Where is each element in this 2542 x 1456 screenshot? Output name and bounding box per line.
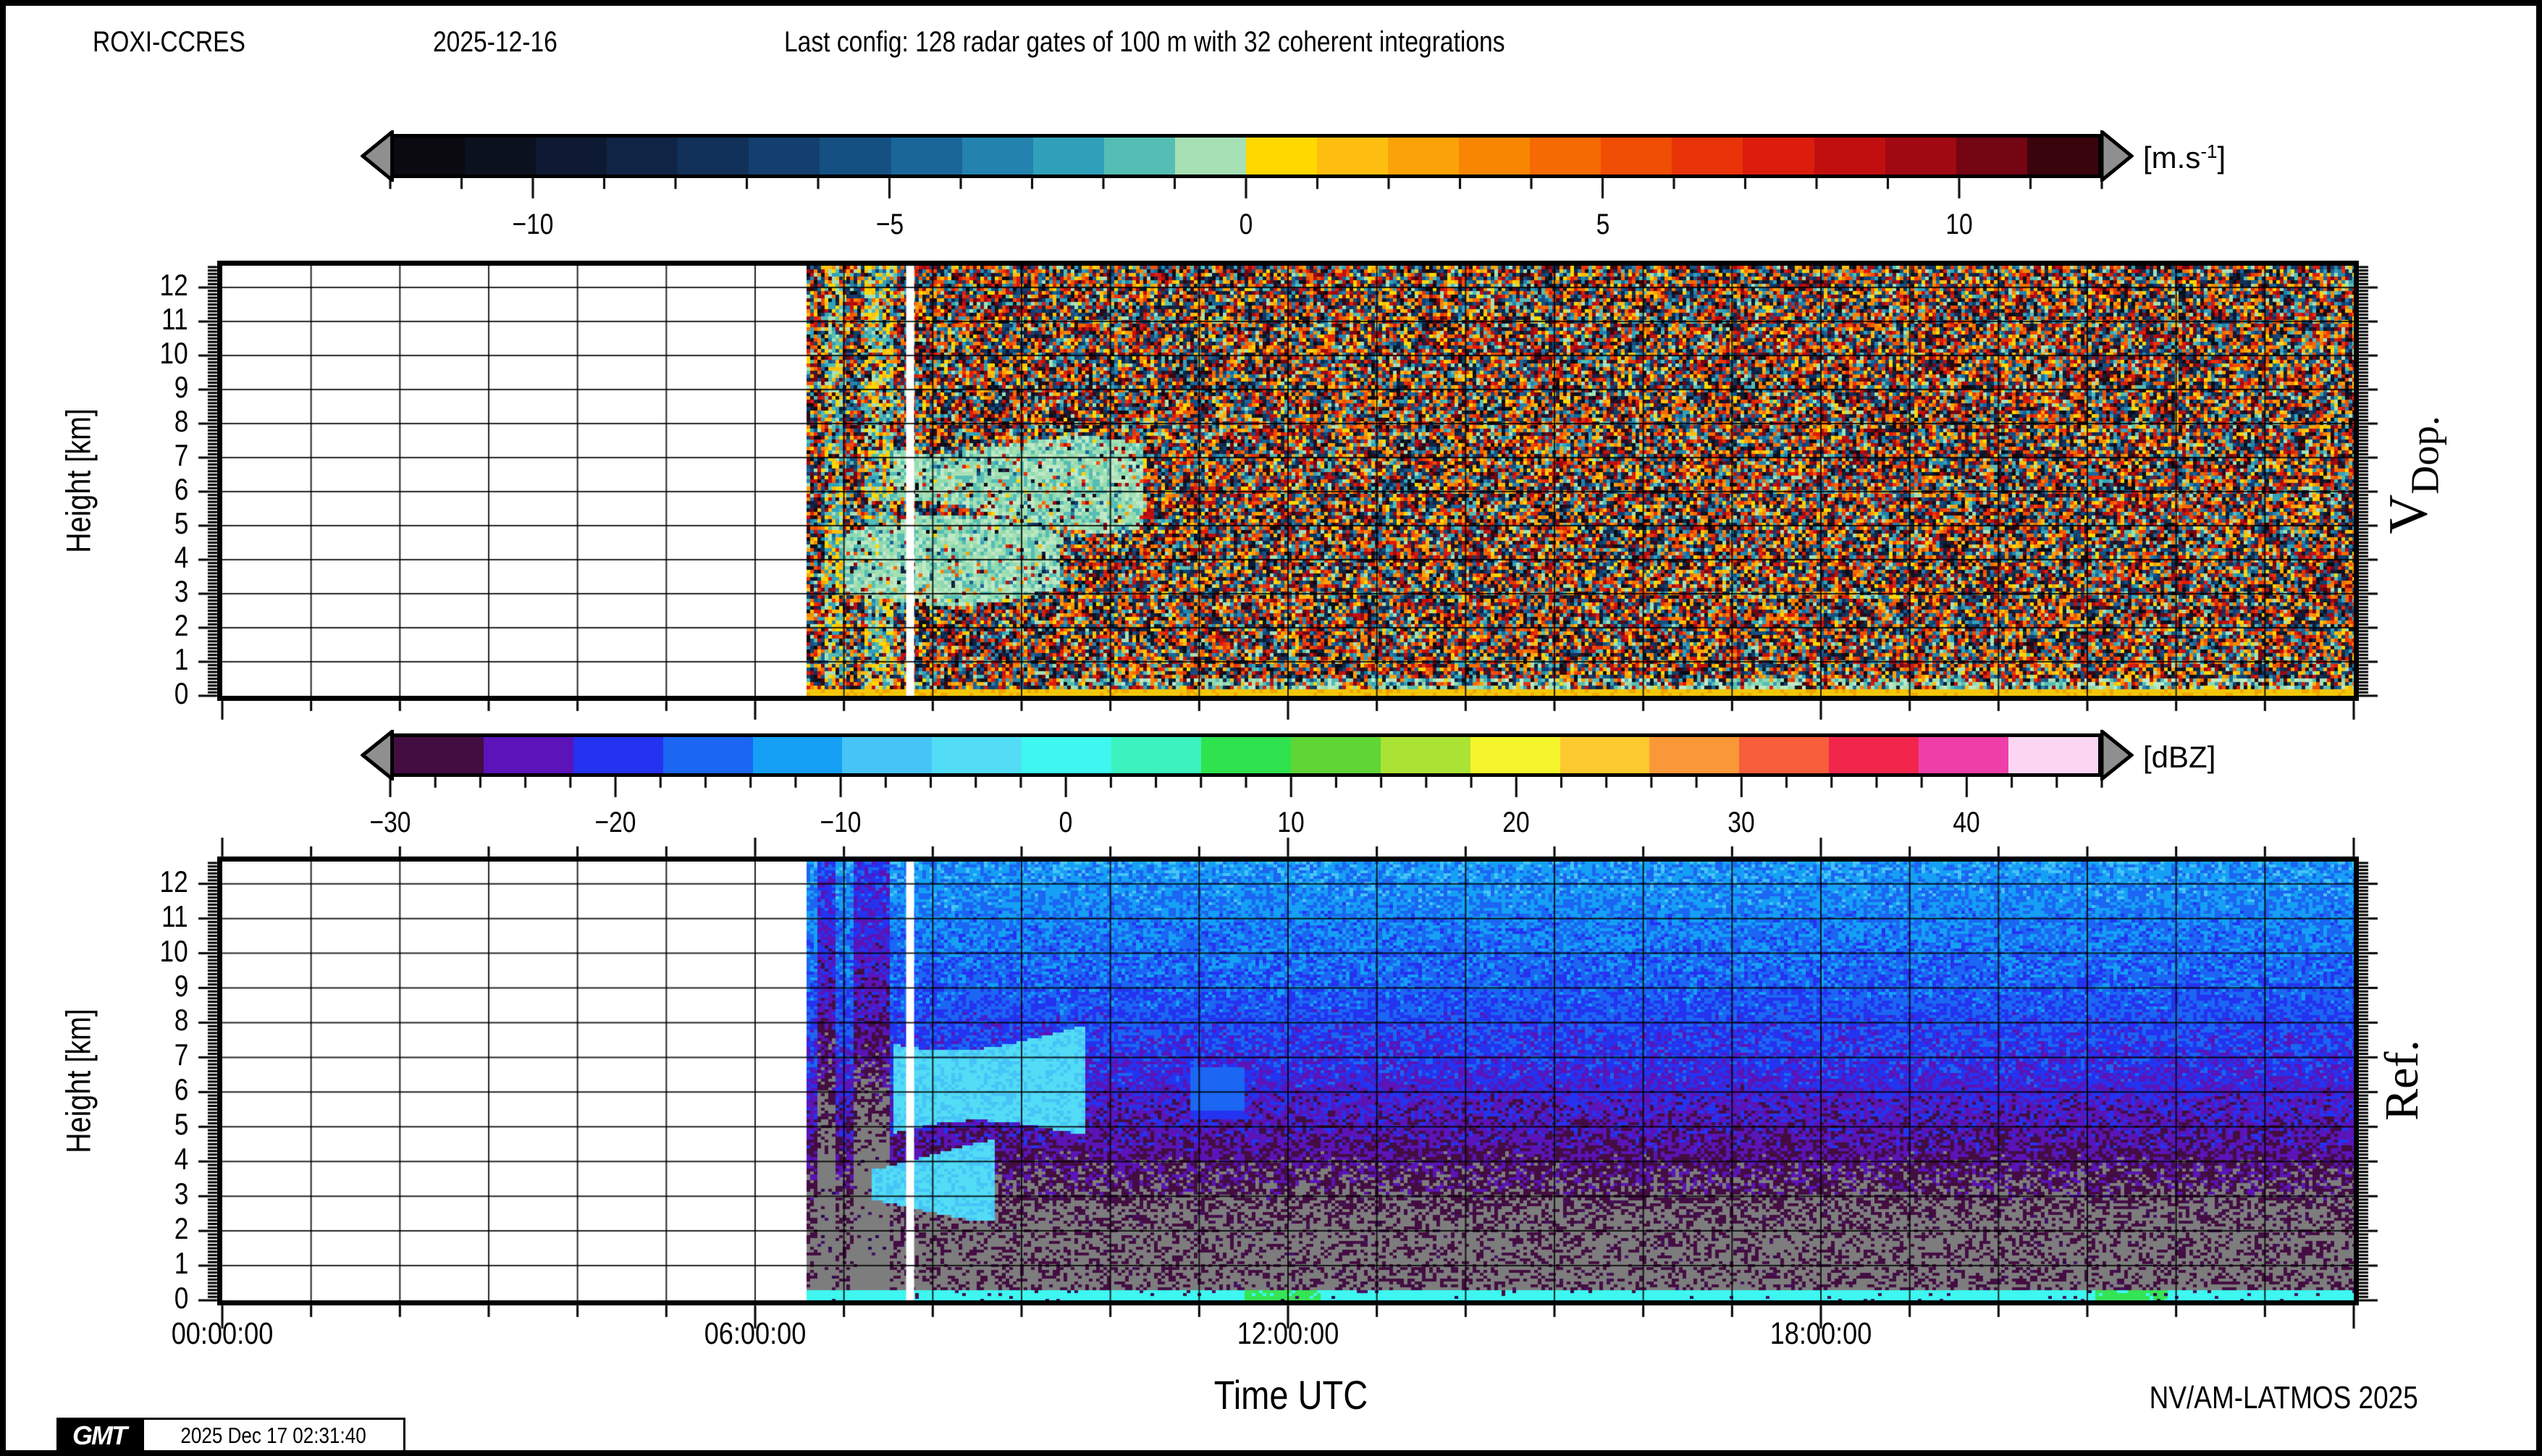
colorbar-cell <box>1649 737 1739 773</box>
colorbar-cell <box>1291 737 1381 773</box>
reflectivity-side-label: Ref. <box>2375 1040 2430 1121</box>
colorbar-cell <box>1317 138 1388 174</box>
y-axis-tick-label: 11 <box>6 899 188 934</box>
colorbar-tick-label: 10 <box>1275 807 1308 839</box>
colorbar-cell <box>1246 138 1317 174</box>
colorbar-cell <box>663 737 753 773</box>
y-axis-tick-label: 3 <box>6 1177 188 1211</box>
gmt-logo: GMT <box>56 1418 142 1454</box>
colorbar-cell <box>465 138 536 174</box>
colorbar-cell <box>1470 737 1560 773</box>
colorbar-tick-label: −10 <box>816 807 865 839</box>
colorbar-tick-label: 30 <box>1725 807 1758 839</box>
colorbar-cell <box>1672 138 1743 174</box>
y-axis-tick-label: 2 <box>6 1211 188 1246</box>
y-axis-tick-label: 0 <box>6 1281 188 1316</box>
colorbar-cell <box>1022 737 1111 773</box>
x-axis-tick-label: 00:00:00 <box>161 1316 282 1352</box>
velocity-y-axis-title: Height [km] <box>59 395 98 567</box>
colorbar-cell <box>484 737 573 773</box>
colorbar-cell <box>749 138 820 174</box>
colorbar-cell <box>1201 737 1291 773</box>
colorbar-cell <box>962 138 1033 174</box>
station-name: ROXI-CCRES <box>93 26 274 59</box>
colorbar-tick-label: 0 <box>1058 807 1074 839</box>
y-axis-tick-label: 1 <box>6 1246 188 1281</box>
colorbar-tick-label: 0 <box>1238 209 1254 241</box>
y-axis-tick-label: 3 <box>6 574 188 609</box>
colorbar-cell <box>536 138 607 174</box>
colorbar-cell <box>1111 737 1201 773</box>
colorbar-cell <box>1814 138 1885 174</box>
colorbar-cell <box>1885 138 1956 174</box>
credit-label: NV/AM-LATMOS 2025 <box>2098 1380 2418 1416</box>
colorbar-cell <box>891 138 962 174</box>
colorbar-cell <box>1601 138 1672 174</box>
y-axis-tick-label: 0 <box>6 676 188 711</box>
colorbar-cell <box>1381 737 1470 773</box>
y-axis-tick-label: 1 <box>6 642 188 677</box>
x-axis-tick-label: 12:00:00 <box>1227 1316 1348 1352</box>
doppler-velocity-panel <box>217 261 2359 701</box>
velocity-colorbar <box>390 134 2102 178</box>
colorbar-cell <box>1033 138 1104 174</box>
colorbar-cell <box>1743 138 1814 174</box>
colorbar-cell <box>1829 737 1919 773</box>
doppler-velocity-heatmap <box>222 266 2354 696</box>
colorbar-cell <box>1560 737 1650 773</box>
colorbar-tick-label: −10 <box>508 209 557 241</box>
y-axis-tick-label: 11 <box>6 302 188 337</box>
colorbar-cell <box>1104 138 1175 174</box>
velocity-colorbar-left-arrow <box>361 130 394 182</box>
colorbar-cell <box>2027 138 2098 174</box>
colorbar-cell <box>573 737 663 773</box>
velocity-unit-label: [m.s-1] <box>2143 140 2226 175</box>
colorbar-tick-label: 20 <box>1500 807 1533 839</box>
reflectivity-panel <box>217 857 2359 1305</box>
colorbar-cell <box>932 737 1022 773</box>
x-axis-tick-label: 18:00:00 <box>1760 1316 1881 1352</box>
config-label: Last config: 128 radar gates of 100 m wi… <box>784 26 1642 59</box>
colorbar-cell <box>2008 737 2098 773</box>
colorbar-tick-label: 5 <box>1594 209 1610 241</box>
colorbar-cell <box>1530 138 1601 174</box>
colorbar-cell <box>1175 138 1246 174</box>
y-axis-tick-label: 2 <box>6 608 188 643</box>
colorbar-tick-label: 40 <box>1950 807 1983 839</box>
colorbar-cell <box>1388 138 1459 174</box>
x-axis-tick-label: 06:00:00 <box>694 1316 815 1352</box>
colorbar-cell <box>678 138 749 174</box>
reflectivity-y-axis-title: Height [km] <box>59 995 98 1167</box>
reflectivity-heatmap <box>222 862 2354 1300</box>
colorbar-cell <box>607 138 678 174</box>
colorbar-cell <box>753 737 843 773</box>
colorbar-cell <box>1956 138 2027 174</box>
x-axis-title: Time UTC <box>1199 1371 1382 1418</box>
radar-quicklook-figure: ROXI-CCRES 2025-12-16 Last config: 128 r… <box>0 0 2542 1456</box>
dbz-colorbar-left-arrow <box>361 730 394 780</box>
colorbar-cell <box>1459 138 1530 174</box>
colorbar-cell <box>842 737 932 773</box>
date-label: 2025-12-16 <box>433 26 581 59</box>
colorbar-cell <box>1919 737 2008 773</box>
dbz-colorbar <box>390 733 2102 777</box>
render-timestamp: 2025 Dec 17 02:31:40 <box>142 1418 405 1454</box>
dbz-unit-label: [dBZ] <box>2143 740 2215 775</box>
colorbar-cell <box>1739 737 1829 773</box>
colorbar-tick-label: 10 <box>1943 209 1976 241</box>
velocity-side-label: VDop. <box>2378 416 2448 534</box>
colorbar-cell <box>820 138 891 174</box>
y-axis-tick-label: 12 <box>6 864 188 899</box>
colorbar-cell <box>394 737 484 773</box>
colorbar-cell <box>394 138 465 174</box>
y-axis-tick-label: 10 <box>6 336 188 371</box>
dbz-colorbar-right-arrow <box>2100 730 2134 780</box>
y-axis-tick-label: 10 <box>6 934 188 969</box>
velocity-colorbar-right-arrow <box>2100 130 2134 182</box>
colorbar-tick-label: −30 <box>366 807 415 839</box>
colorbar-tick-label: −5 <box>873 209 906 241</box>
y-axis-tick-label: 12 <box>6 268 188 303</box>
colorbar-tick-label: −20 <box>591 807 640 839</box>
